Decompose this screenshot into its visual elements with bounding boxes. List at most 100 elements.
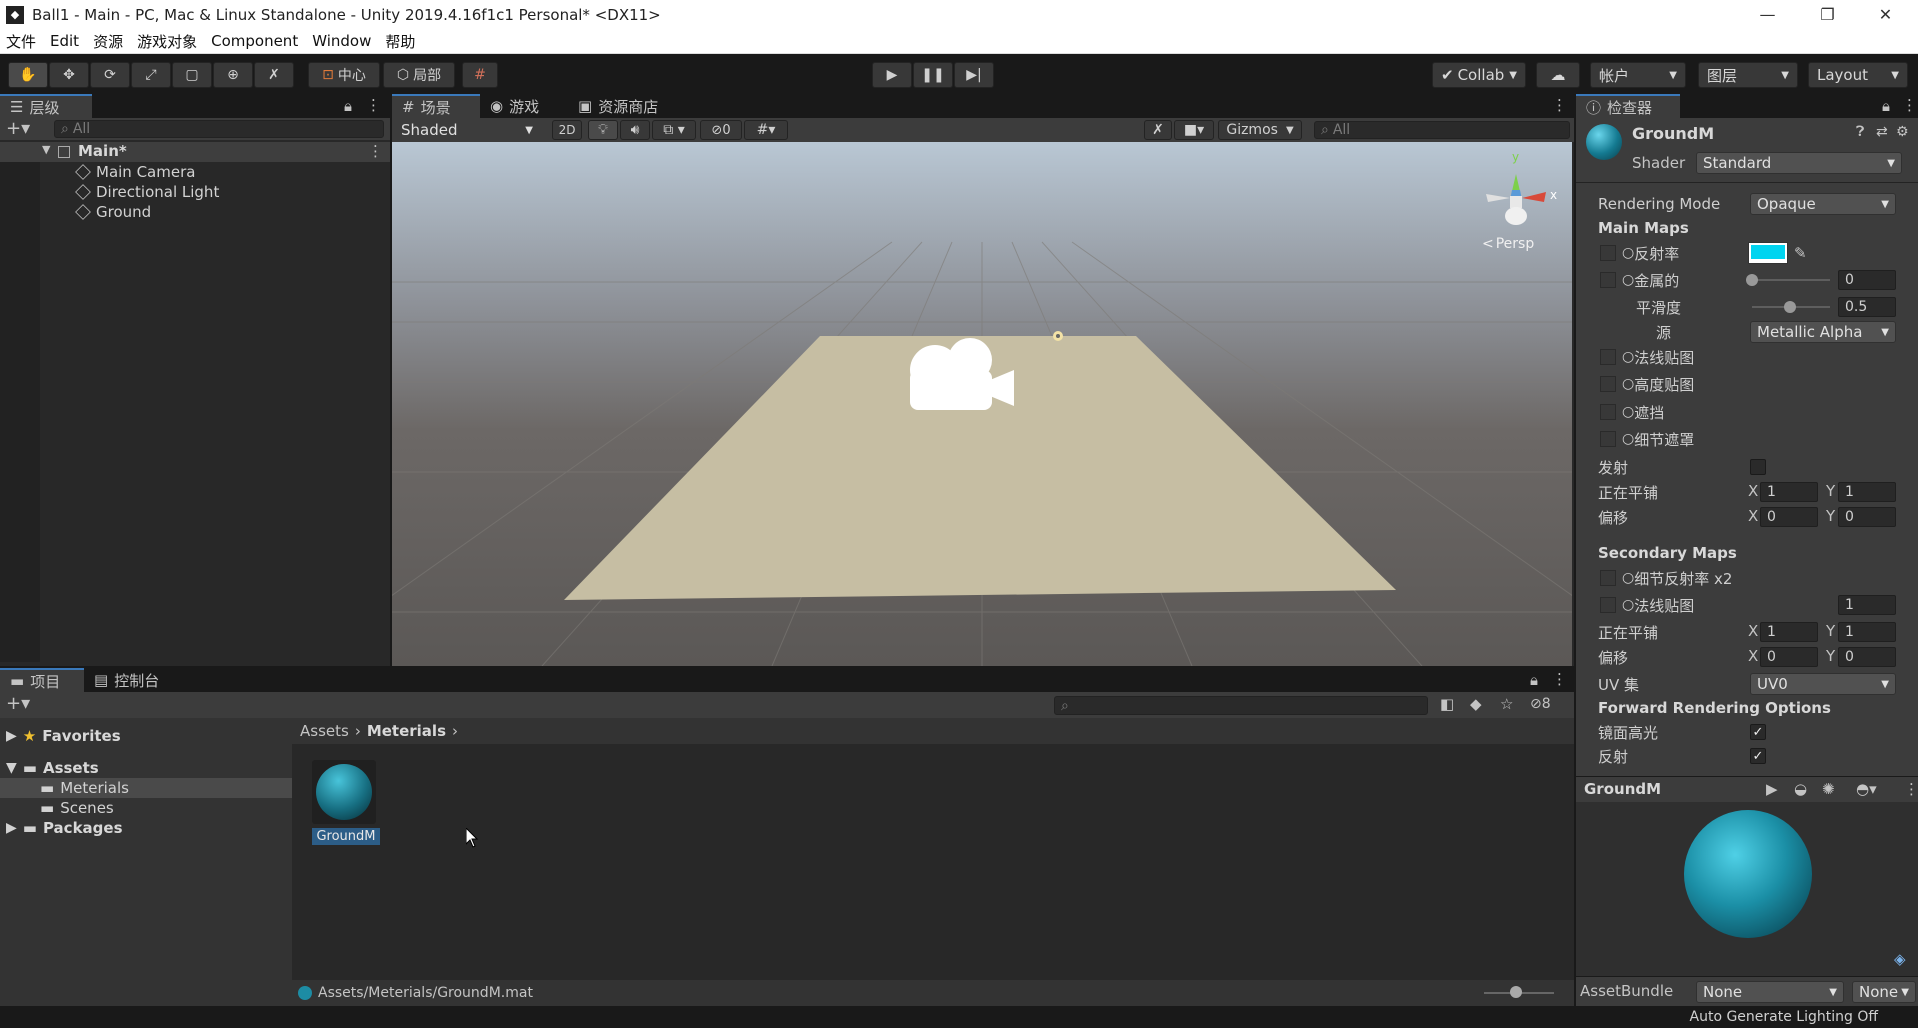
detail-mask-row[interactable]: ○ 细节遮罩: [1622, 428, 1694, 450]
layers-dropdown[interactable]: 图层 ▼: [1698, 62, 1798, 88]
source-dropdown[interactable]: Metallic Alpha ▼: [1750, 321, 1896, 343]
effects-dropdown[interactable]: ⧉ ▾: [652, 120, 696, 140]
rect-tool-button[interactable]: ▢: [172, 62, 212, 88]
offset2-x-field[interactable]: 0: [1760, 647, 1818, 667]
tree-item-scenes[interactable]: ▬ Scenes: [0, 798, 114, 818]
specular-checkbox[interactable]: ✓: [1750, 724, 1766, 740]
tiling-y-field[interactable]: 1: [1838, 482, 1896, 502]
scene-search-input[interactable]: ⌕ All: [1314, 121, 1570, 139]
transform-tool-button[interactable]: ⊕: [213, 62, 253, 88]
menu-assets[interactable]: 资源: [87, 31, 131, 52]
lock-icon[interactable]: 🔒︎: [1530, 671, 1538, 689]
hierarchy-search-input[interactable]: ⌕ All: [54, 120, 384, 138]
scene-viewport[interactable]: y x < Persp: [392, 142, 1572, 666]
tree-item-favorites[interactable]: ▶ ★ Favorites: [0, 726, 121, 746]
directional-light-icon[interactable]: [1053, 331, 1063, 341]
minimize-button[interactable]: —: [1740, 0, 1795, 29]
tree-item-materials[interactable]: ▬ Meterials: [0, 778, 292, 798]
offset-x-field[interactable]: 0: [1760, 507, 1818, 527]
metallic-slider-track[interactable]: [1752, 279, 1830, 281]
favorite-star-icon[interactable]: ☆: [1500, 695, 1513, 713]
kebab-menu-icon[interactable]: ⋮: [1552, 670, 1567, 688]
2d-toggle[interactable]: 2D: [552, 120, 582, 140]
grid-dropdown[interactable]: #▾: [744, 120, 788, 140]
create-button[interactable]: +▾: [6, 118, 30, 139]
tab-project[interactable]: ▬ 项目: [0, 668, 84, 692]
gear-icon[interactable]: ⚙: [1896, 124, 1909, 140]
audio-toggle[interactable]: 🔊︎: [620, 120, 650, 140]
tiling2-y-field[interactable]: 1: [1838, 622, 1896, 642]
breadcrumb-materials[interactable]: Meterials: [367, 722, 446, 740]
menu-component[interactable]: Component: [205, 32, 306, 50]
help-icon[interactable]: ❓︎: [1856, 124, 1864, 140]
menu-file[interactable]: 文件: [0, 31, 44, 52]
assetbundle-variant-dropdown[interactable]: None ▼: [1852, 981, 1916, 1003]
assetbundle-dropdown[interactable]: None ▼: [1696, 981, 1844, 1003]
tab-asset-store[interactable]: ▣ 资源商店: [568, 94, 678, 118]
filter-label-icon[interactable]: ◆: [1470, 695, 1482, 713]
reflections-checkbox[interactable]: ✓: [1750, 748, 1766, 764]
mesh-dropdown[interactable]: ◓▾: [1856, 780, 1877, 798]
tiling2-x-field[interactable]: 1: [1760, 622, 1818, 642]
collab-dropdown[interactable]: ✔ Collab ▼: [1432, 62, 1526, 88]
label-tag-icon[interactable]: ◈: [1894, 950, 1906, 968]
detail-mask-slot[interactable]: [1600, 431, 1616, 447]
gizmos-dropdown[interactable]: Gizmos ▼: [1218, 120, 1302, 140]
offset2-y-field[interactable]: 0: [1838, 647, 1896, 667]
detail-albedo-slot[interactable]: [1600, 570, 1616, 586]
smoothness-slider-handle[interactable]: [1784, 301, 1796, 313]
albedo-row[interactable]: ○ 反射率: [1622, 242, 1679, 264]
detail-albedo-row[interactable]: ○ 细节反射率 x2: [1622, 567, 1732, 589]
height-map-slot[interactable]: [1600, 376, 1616, 392]
tab-game[interactable]: ◉ 游戏: [480, 94, 566, 118]
project-search-input[interactable]: ⌕: [1054, 696, 1428, 715]
tools-button[interactable]: ✗: [1144, 120, 1172, 140]
scene-row[interactable]: ▼ Main* ⋮: [0, 142, 390, 162]
menu-edit[interactable]: Edit: [44, 32, 87, 50]
tiling-x-field[interactable]: 1: [1760, 482, 1818, 502]
albedo-color-field[interactable]: [1748, 242, 1788, 264]
normal-map2-slot[interactable]: [1600, 597, 1616, 613]
metallic-texture-slot[interactable]: [1600, 272, 1616, 288]
metallic-slider-handle[interactable]: [1746, 274, 1758, 286]
rendering-mode-dropdown[interactable]: Opaque ▼: [1750, 193, 1896, 215]
camera-dropdown[interactable]: ■▾: [1174, 120, 1214, 140]
hidden-packages-toggle[interactable]: ⊘8: [1530, 696, 1551, 712]
custom-tool-button[interactable]: ✗: [254, 62, 294, 88]
menu-help[interactable]: 帮助: [379, 31, 423, 52]
menu-window[interactable]: Window: [306, 32, 379, 50]
occlusion-row[interactable]: ○ 遮挡: [1622, 401, 1664, 423]
lock-icon[interactable]: 🔒︎: [344, 97, 352, 115]
eyedropper-icon[interactable]: ✎: [1794, 244, 1807, 262]
tab-scene[interactable]: # 场景: [392, 94, 480, 118]
material-preview[interactable]: [1576, 802, 1918, 942]
shader-dropdown[interactable]: Standard ▼: [1696, 152, 1902, 174]
emission-checkbox[interactable]: [1750, 459, 1766, 475]
chevron-down-icon[interactable]: ▼: [42, 143, 50, 156]
layout-dropdown[interactable]: Layout ▼: [1808, 62, 1908, 88]
normal-map2-row[interactable]: ○ 法线贴图: [1622, 594, 1694, 616]
maximize-button[interactable]: ❐: [1800, 0, 1855, 29]
occlusion-slot[interactable]: [1600, 404, 1616, 420]
perspective-toggle[interactable]: < Persp: [1482, 236, 1534, 252]
account-dropdown[interactable]: 帐户 ▼: [1590, 62, 1686, 88]
play-icon[interactable]: ▶: [1766, 780, 1778, 798]
play-button[interactable]: ▶: [872, 62, 912, 88]
sphere-preview-icon[interactable]: ◒: [1794, 780, 1807, 798]
tab-console[interactable]: ▤ 控制台: [84, 668, 186, 692]
pause-button[interactable]: ❚❚: [913, 62, 953, 88]
uv-set-dropdown[interactable]: UV0 ▼: [1750, 673, 1896, 695]
kebab-menu-icon[interactable]: ⋮: [1552, 96, 1567, 114]
create-button[interactable]: +▾: [6, 693, 30, 714]
orientation-gizmo[interactable]: y x: [1472, 150, 1562, 234]
scale-tool-button[interactable]: ⤢: [131, 62, 171, 88]
shading-mode-dropdown[interactable]: Shaded ▼: [394, 119, 540, 141]
normal-map2-scale-field[interactable]: 1: [1838, 595, 1896, 615]
tab-inspector[interactable]: ⓘ 检查器: [1576, 94, 1680, 118]
hidden-objects-toggle[interactable]: ⊘ 0: [700, 120, 742, 140]
smoothness-value-field[interactable]: 0.5: [1838, 297, 1896, 317]
tree-item-packages[interactable]: ▶ ▬ Packages: [0, 818, 123, 838]
menu-gameobject[interactable]: 游戏对象: [131, 31, 205, 52]
metallic-value-field[interactable]: 0: [1838, 270, 1896, 290]
offset-y-field[interactable]: 0: [1838, 507, 1896, 527]
